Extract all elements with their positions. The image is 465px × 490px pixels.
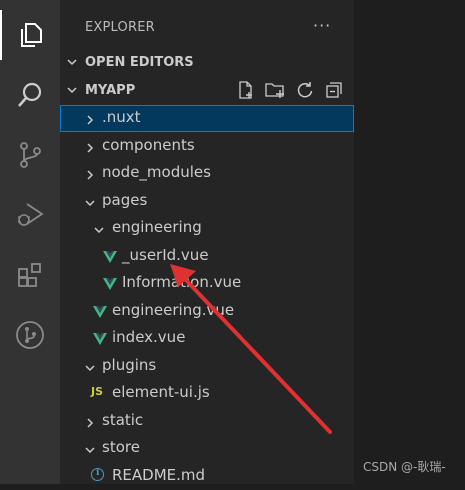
annotation-arrow (170, 264, 332, 434)
watermark-text: CSDN @-耿瑞- (363, 460, 446, 474)
